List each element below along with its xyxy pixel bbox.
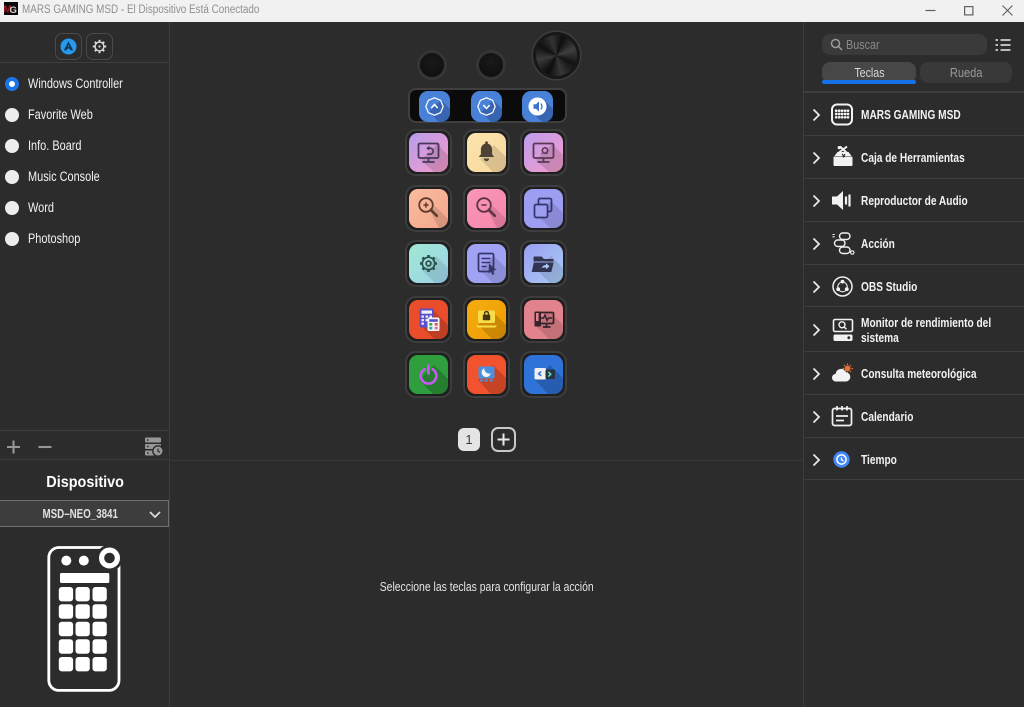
- svg-text:G: G: [10, 5, 17, 15]
